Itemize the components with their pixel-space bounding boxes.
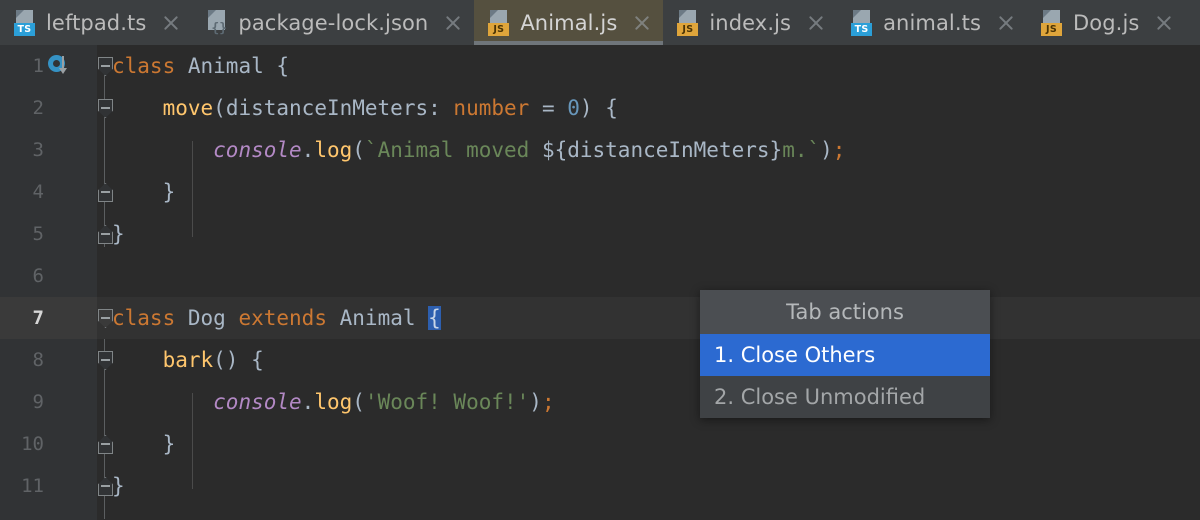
code-line[interactable]: 10 }	[0, 423, 1200, 465]
json-braces-glyph: {}	[211, 20, 228, 36]
tab-dog-js[interactable]: JS Dog.js	[1027, 0, 1185, 45]
code-line[interactable]: 2 move(distanceInMeters: number = 0) {	[0, 87, 1200, 129]
fold-toggle-icon[interactable]	[98, 57, 113, 76]
tab-package-lock-json[interactable]: {} package-lock.json	[192, 0, 474, 45]
tab-label: Animal.js	[520, 10, 618, 35]
fold-toggle-icon[interactable]	[98, 309, 113, 328]
file-type-badge: TS	[851, 22, 873, 36]
run-class-gutter-icon[interactable]	[48, 55, 69, 76]
json-file-icon: {}	[206, 9, 228, 36]
code-text: }	[162, 432, 176, 456]
line-number: 3	[32, 139, 44, 161]
code-text: console.log('Woof! Woof!');	[213, 390, 555, 414]
line-number: 10	[21, 433, 44, 455]
fold-toggle-icon[interactable]	[98, 225, 113, 244]
file-type-badge: TS	[14, 22, 35, 36]
typescript-file-icon: TS	[14, 9, 36, 36]
close-icon[interactable]	[806, 13, 826, 33]
javascript-file-icon: JS	[488, 9, 510, 36]
line-number: 5	[32, 223, 44, 245]
line-number: 7	[32, 307, 44, 329]
fold-toggle-icon[interactable]	[98, 351, 113, 370]
line-number: 6	[32, 265, 44, 287]
tab-animal-js[interactable]: JS Animal.js	[474, 0, 664, 45]
line-number: 1	[32, 55, 44, 77]
code-text: }	[162, 180, 176, 204]
code-editor[interactable]: 1 class Animal { 2 move(distanceInMeters…	[0, 45, 1200, 520]
tab-label: Dog.js	[1073, 10, 1140, 35]
fold-toggle-icon[interactable]	[98, 99, 113, 118]
tab-label: animal.ts	[883, 10, 982, 35]
close-icon[interactable]	[443, 13, 463, 33]
close-icon[interactable]	[632, 13, 652, 33]
code-line[interactable]: 8 bark() {	[0, 339, 1200, 381]
close-icon[interactable]	[1154, 13, 1174, 33]
code-line[interactable]: 3 console.log(`Animal moved ${distanceIn…	[0, 129, 1200, 171]
popup-title: Tab actions	[700, 290, 990, 334]
file-type-badge: JS	[677, 22, 699, 36]
line-number: 2	[32, 97, 44, 119]
code-line[interactable]: 11 }	[0, 465, 1200, 507]
tab-leftpad-ts[interactable]: TS leftpad.ts	[0, 0, 192, 45]
fold-toggle-icon[interactable]	[98, 183, 113, 202]
code-line[interactable]: 4 }	[0, 171, 1200, 213]
code-line[interactable]: 5 }	[0, 213, 1200, 255]
menu-item-close-unmodified[interactable]: 2. Close Unmodified	[700, 376, 990, 418]
line-number: 11	[21, 475, 44, 497]
code-text: class Dog extends Animal {	[112, 306, 441, 330]
line-number: 8	[32, 349, 44, 371]
file-type-badge: JS	[488, 22, 510, 36]
line-number: 9	[32, 391, 44, 413]
close-icon[interactable]	[161, 13, 181, 33]
code-line-current[interactable]: 7 class Dog extends Animal {	[0, 297, 1200, 339]
fold-toggle-icon[interactable]	[98, 477, 113, 496]
code-text: }	[112, 474, 125, 498]
typescript-file-icon: TS	[851, 9, 873, 36]
code-text: bark() {	[162, 348, 264, 372]
file-type-badge: JS	[1041, 22, 1063, 36]
javascript-file-icon: JS	[1041, 9, 1063, 36]
close-icon[interactable]	[996, 13, 1016, 33]
tab-actions-popup: Tab actions 1. Close Others 2. Close Unm…	[700, 290, 990, 418]
tab-label: package-lock.json	[238, 10, 429, 35]
fold-toggle-icon[interactable]	[98, 435, 113, 454]
tab-animal-ts[interactable]: TS animal.ts	[837, 0, 1027, 45]
javascript-file-icon: JS	[677, 9, 699, 36]
ide-window: TS leftpad.ts {} package-lock.json JS An…	[0, 0, 1200, 520]
code-line[interactable]: 1 class Animal {	[0, 45, 1200, 87]
tab-index-js[interactable]: JS index.js	[663, 0, 837, 45]
editor-selection: {	[428, 306, 441, 330]
code-line[interactable]: 9 console.log('Woof! Woof!');	[0, 381, 1200, 423]
menu-item-close-others[interactable]: 1. Close Others	[700, 334, 990, 376]
tab-label: index.js	[709, 10, 792, 35]
code-text: }	[112, 222, 125, 246]
code-text: move(distanceInMeters: number = 0) {	[162, 96, 618, 120]
editor-tab-bar: TS leftpad.ts {} package-lock.json JS An…	[0, 0, 1200, 45]
line-number: 4	[32, 181, 44, 203]
tab-label: leftpad.ts	[46, 10, 147, 35]
code-text: console.log(`Animal moved ${distanceInMe…	[213, 138, 846, 162]
code-text: class Animal {	[112, 54, 290, 78]
code-line[interactable]: 6	[0, 255, 1200, 297]
